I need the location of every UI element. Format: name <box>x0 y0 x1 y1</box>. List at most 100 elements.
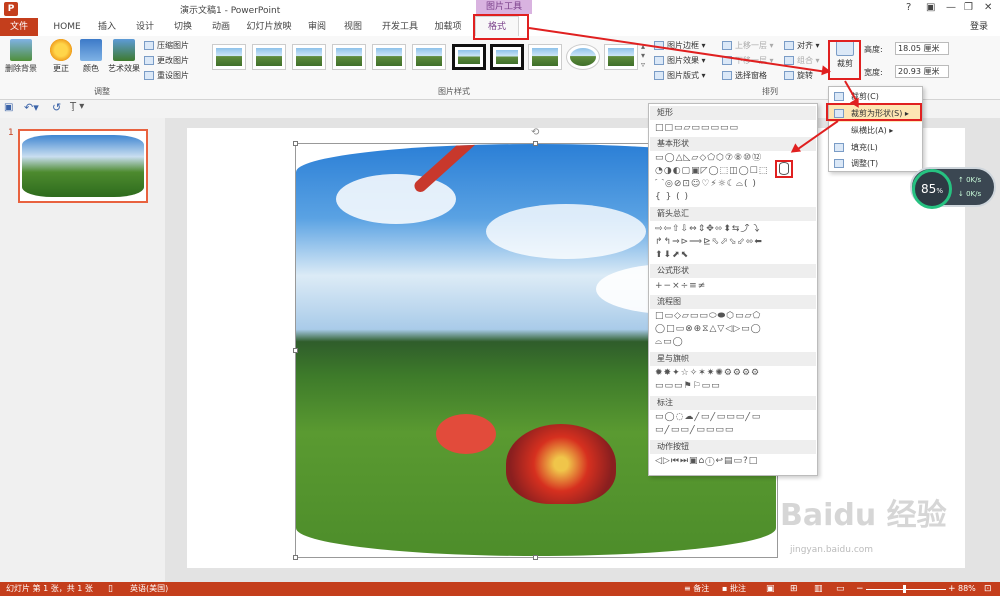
shape-row[interactable]: ▭◯◌☁╱▭╱▭▭▭╱▭ <box>655 412 761 423</box>
tab-animations[interactable]: 动画 <box>206 18 236 36</box>
normal-view-icon[interactable]: ▣ <box>766 582 775 596</box>
category-block-arrows: 箭头总汇 <box>650 207 816 221</box>
menu-item-fill-label: 填充(L) <box>851 143 878 152</box>
minimize-icon[interactable]: — <box>946 2 956 13</box>
picture-style-11[interactable] <box>604 44 638 70</box>
color-button[interactable]: 颜色 <box>74 39 108 74</box>
help-icon[interactable]: ? <box>906 2 911 13</box>
compress-pictures-button[interactable]: 压缩图片 <box>144 40 189 51</box>
change-picture-button[interactable]: 更改图片 <box>144 55 189 66</box>
picture-style-4[interactable] <box>332 44 366 70</box>
picture-style-10[interactable] <box>566 44 600 70</box>
crop-icon <box>834 92 844 101</box>
shape-row[interactable]: ▭╱▭▭╱▭▭▭▭ <box>655 425 734 436</box>
picture-style-1[interactable] <box>212 44 246 70</box>
resize-handle[interactable] <box>533 555 538 560</box>
comments-button[interactable]: ▪ 批注 <box>722 582 746 596</box>
style-preview <box>608 48 634 66</box>
zoom-slider[interactable] <box>866 589 946 590</box>
save-icon[interactable]: ▣ <box>4 102 13 113</box>
picture-style-7[interactable] <box>452 44 486 70</box>
slideshow-icon[interactable]: ▭ <box>836 582 845 596</box>
picture-style-9[interactable] <box>528 44 562 70</box>
picture-layout-label: 图片版式 <box>667 71 699 80</box>
menu-item-fill[interactable]: 填充(L) <box>829 139 922 156</box>
shape-row[interactable]: ◯□▭⊗⊕⧖△▽◁▷▭◯ <box>655 324 762 335</box>
group-button[interactable]: 组合 ▾ <box>784 55 820 66</box>
tab-file[interactable]: 文件 <box>0 18 38 36</box>
can-shape-icon[interactable] <box>779 162 789 175</box>
tab-insert[interactable]: 插入 <box>92 18 122 36</box>
tab-slideshow[interactable]: 幻灯片放映 <box>242 18 296 36</box>
slide-sorter-icon[interactable]: ⊞ <box>790 582 798 596</box>
memory-percent: 85 <box>921 182 937 196</box>
spellcheck-icon[interactable]: ▯ <box>108 582 113 596</box>
align-button[interactable]: 对齐 ▾ <box>784 40 820 51</box>
picture-effects-button[interactable]: 图片效果 ▾ <box>654 55 706 66</box>
picture-style-8[interactable] <box>490 44 524 70</box>
tab-addins[interactable]: 加载项 <box>428 18 468 36</box>
shape-row[interactable]: □▭◇▱▭▭⬭⬬⬡▭▱⬠ <box>655 311 761 322</box>
close-icon[interactable]: ✕ <box>984 2 992 13</box>
tab-review[interactable]: 审阅 <box>302 18 332 36</box>
zoom-in-icon[interactable]: + <box>948 582 956 596</box>
resize-handle[interactable] <box>293 555 298 560</box>
picture-style-3[interactable] <box>292 44 326 70</box>
redo-icon[interactable]: ↺ <box>52 101 61 114</box>
reset-picture-button[interactable]: 重设图片 <box>144 70 189 81</box>
shape-row[interactable]: □□▭▱▭▭▭▭▭ <box>655 123 739 134</box>
corrections-label: 更正 <box>53 64 69 73</box>
language-indicator[interactable]: 英语(美国) <box>130 582 168 596</box>
shape-row[interactable]: { } ( ) <box>655 192 689 203</box>
tab-design[interactable]: 设计 <box>130 18 160 36</box>
shape-row[interactable]: ▭▭▭⚑⚐▭▭ <box>655 381 721 392</box>
menu-item-aspect-ratio[interactable]: 纵横比(A) ▸ <box>829 122 922 139</box>
shape-row[interactable]: +−×÷≡≠ <box>655 281 706 292</box>
height-input[interactable]: 18.05 厘米 <box>895 42 949 55</box>
shape-row[interactable]: ◔◑◐▢▣◸◯⬚◫◯☐⬚ <box>655 166 768 177</box>
shape-row[interactable]: ⌒◎⊘⊡☺♡⚡☼☾⌓( ) <box>655 179 757 190</box>
picture-style-5[interactable] <box>372 44 406 70</box>
width-input[interactable]: 20.93 厘米 <box>895 65 949 78</box>
notes-label: 备注 <box>693 584 710 593</box>
picture-style-6[interactable] <box>412 44 446 70</box>
zoom-out-icon[interactable]: − <box>856 582 864 596</box>
shape-row[interactable]: ⇨⇦⇧⇩⇔⇕✥⬄⬍⇆⤴⤵ <box>655 224 760 235</box>
zoom-level[interactable]: 88% <box>958 582 976 596</box>
corrections-button[interactable]: 更正 <box>44 39 78 74</box>
shape-row[interactable]: ⬆⬇⬈⬉ <box>655 250 689 261</box>
shape-row[interactable]: ↱↰⇒⊳⟹⊵⬁⬀⬂⬃⬄⬅ <box>655 237 763 248</box>
resize-handle[interactable] <box>293 141 298 146</box>
login-link[interactable]: 登录 <box>970 19 988 32</box>
bring-forward-button[interactable]: 上移一层 ▾ <box>722 40 774 51</box>
rotate-handle-icon[interactable]: ⟲ <box>531 127 539 138</box>
fit-icon <box>834 159 844 168</box>
artistic-effects-button[interactable]: 艺术效果 <box>104 39 144 74</box>
picture-layout-button[interactable]: 图片版式 ▾ <box>654 70 706 81</box>
shape-row[interactable]: ▭◯△◺▱◇⬠⬡⑦⑧⑩⑫ <box>655 153 762 164</box>
resize-handle[interactable] <box>293 348 298 353</box>
tab-developer[interactable]: 开发工具 <box>378 18 422 36</box>
customize-toolbar-icon[interactable]: Ţ ▾ <box>70 101 84 112</box>
menu-item-fit[interactable]: 调整(T) <box>829 155 922 172</box>
reading-view-icon[interactable]: ▥ <box>814 582 823 596</box>
restore-icon[interactable]: ❐ <box>964 2 973 13</box>
tab-view[interactable]: 视图 <box>338 18 368 36</box>
rotate-button[interactable]: 旋转 <box>784 70 813 81</box>
fit-to-window-icon[interactable]: ⊡ <box>984 582 992 596</box>
remove-background-button[interactable]: 删除背景 <box>4 39 38 74</box>
shape-row[interactable]: ✹✸✦☆✧✶✷✺⚙⚙⚙⚙ <box>655 368 760 379</box>
notes-button[interactable]: ≡ 备注 <box>684 582 709 596</box>
zoom-slider-thumb[interactable] <box>903 585 906 593</box>
width-label: 宽度: <box>864 68 883 77</box>
shape-row[interactable]: ◁▷⏮⏭▣⌂ⓘ↩▤▭?□ <box>655 456 758 467</box>
tab-home[interactable]: HOME <box>46 18 88 36</box>
selection-pane-button[interactable]: 选择窗格 <box>722 70 767 81</box>
tab-transitions[interactable]: 切换 <box>168 18 198 36</box>
category-equation-shapes: 公式形状 <box>650 264 816 278</box>
undo-icon[interactable]: ↶▾ <box>24 101 39 114</box>
shape-row[interactable]: ⌓▭◯ <box>655 337 684 348</box>
picture-style-2[interactable] <box>252 44 286 70</box>
resize-handle[interactable] <box>533 141 538 146</box>
ribbon-options-icon[interactable]: ▣ <box>926 2 935 13</box>
